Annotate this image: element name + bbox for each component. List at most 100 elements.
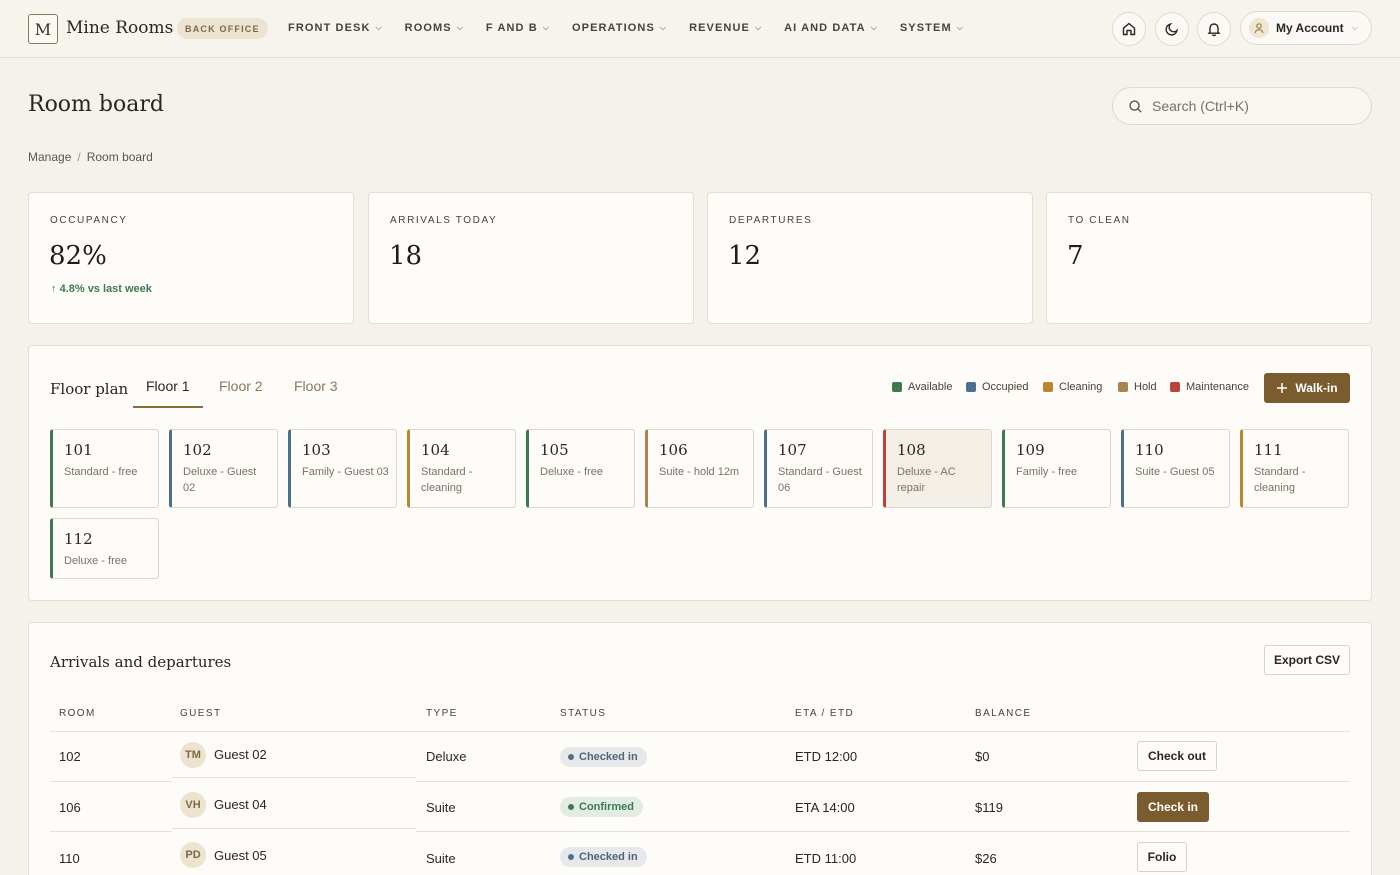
notifications-button[interactable] [1197, 12, 1231, 46]
legend-available: Available [892, 381, 952, 393]
room-tile-103[interactable]: 103 Family - Guest 03 [288, 429, 397, 508]
room-desc: Suite - hold 12m [659, 466, 740, 478]
nav-revenue[interactable]: REVENUE ⌵ [689, 22, 762, 34]
kpi-value: 18 [389, 241, 423, 271]
tab-floor-3[interactable]: Floor 3 [294, 378, 338, 394]
breadcrumb-separator: / [77, 150, 81, 164]
legend-swatch [1118, 382, 1128, 392]
kpi-card-arrivals: ARRIVALS TODAY 18 [368, 192, 694, 324]
column-header-status[interactable]: STATUS [560, 708, 606, 719]
nav-front-desk[interactable]: FRONT DESK ⌵ [288, 22, 383, 34]
cell-type: Suite [426, 800, 456, 815]
room-tile-106[interactable]: 106 Suite - hold 12m [645, 429, 754, 508]
legend-hold: Hold [1118, 381, 1157, 393]
status-dot [568, 854, 574, 860]
walk-in-button[interactable]: Walk-in [1264, 373, 1350, 403]
legend-label: Hold [1134, 381, 1157, 393]
room-tile-104[interactable]: 104 Standard - cleaning [407, 429, 516, 508]
nav-system[interactable]: SYSTEM ⌵ [900, 22, 964, 34]
room-number: 105 [540, 441, 569, 459]
home-button[interactable] [1112, 12, 1146, 46]
export-csv-button[interactable]: Export CSV [1264, 645, 1350, 675]
legend-swatch [966, 382, 976, 392]
status-badge: Checked in [560, 847, 647, 867]
room-number: 111 [1254, 441, 1283, 459]
search-input[interactable]: Search (Ctrl+K) [1112, 87, 1372, 125]
status-badge: Confirmed [560, 797, 643, 817]
column-header-balance[interactable]: BALANCE [975, 708, 1032, 719]
room-number: 102 [183, 441, 212, 459]
theme-toggle-button[interactable] [1155, 12, 1189, 46]
kpi-card-occupancy: OCCUPANCY 82% ↑ 4.8% vs last week [28, 192, 354, 324]
breadcrumb-manage[interactable]: Manage [28, 150, 71, 164]
legend-cleaning: Cleaning [1043, 381, 1102, 393]
brand-name[interactable]: Mine Rooms [66, 18, 173, 38]
cell-guest[interactable]: Guest 04 [214, 797, 267, 812]
row-divider [50, 781, 172, 782]
cell-guest[interactable]: Guest 05 [214, 848, 267, 863]
room-desc: Deluxe - Guest 02 [183, 466, 257, 494]
legend-label: Cleaning [1059, 381, 1103, 393]
logo[interactable]: M [28, 14, 58, 44]
chevron-down-icon: ⌵ [542, 23, 550, 32]
nav-label: REVENUE [689, 22, 750, 34]
column-header-eta-etd[interactable]: ETA / ETD [795, 708, 854, 719]
room-tile-102[interactable]: 102 Deluxe - Guest 02 [169, 429, 278, 508]
nav-label: OPERATIONS [571, 22, 655, 34]
cell-eta: ETD 11:00 [795, 851, 857, 866]
column-header-room[interactable]: ROOM [59, 708, 96, 719]
room-tile-112[interactable]: 112 Deluxe - free [50, 518, 159, 579]
tab-floor-1[interactable]: Floor 1 [146, 378, 190, 394]
row-divider [172, 777, 416, 778]
cell-guest[interactable]: Guest 02 [214, 747, 267, 762]
account-label: My Account [1276, 21, 1344, 35]
room-tile-109[interactable]: 109 Family - free [1002, 429, 1111, 508]
nav-ai-and-data[interactable]: AI AND DATA ⌵ [784, 22, 878, 34]
chevron-down-icon: ⌵ [456, 23, 464, 32]
legend-occupied: Occupied [966, 381, 1028, 393]
kpi-label: ARRIVALS TODAY [390, 215, 498, 226]
chevron-down-icon: ⌵ [754, 23, 763, 32]
nav-label: ROOMS [404, 22, 452, 34]
room-desc: Family - free [1016, 466, 1078, 478]
room-number: 107 [778, 441, 807, 459]
kpi-value: 7 [1067, 241, 1084, 271]
folio-button[interactable]: Folio [1137, 842, 1187, 872]
account-menu[interactable]: My Account ⌵ [1240, 11, 1372, 45]
header-divider [50, 731, 1350, 732]
room-tile-111[interactable]: 111 Standard - cleaning [1240, 429, 1349, 508]
kpi-card-to-clean: TO CLEAN 7 [1046, 192, 1372, 324]
cell-type: Suite [426, 851, 456, 866]
room-desc: Deluxe - free [540, 466, 603, 478]
walk-in-label: Walk-in [1295, 381, 1338, 395]
status-label: Confirmed [579, 801, 634, 813]
back-office-badge: BACK OFFICE [177, 18, 268, 39]
column-header-guest[interactable]: GUEST [180, 708, 221, 719]
nav-rooms[interactable]: ROOMS ⌵ [405, 22, 464, 34]
room-tile-110[interactable]: 110 Suite - Guest 05 [1121, 429, 1230, 508]
check-in-button[interactable]: Check in [1137, 792, 1209, 822]
room-tile-107[interactable]: 107 Standard - Guest 06 [764, 429, 873, 508]
tab-floor-2[interactable]: Floor 2 [219, 378, 263, 394]
row-divider [416, 781, 1350, 782]
legend-swatch [1170, 382, 1180, 392]
room-number: 106 [659, 441, 688, 459]
room-tile-105[interactable]: 105 Deluxe - free [526, 429, 635, 508]
nav-operations[interactable]: OPERATIONS ⌵ [572, 22, 667, 34]
floor-plan-panel: Floor plan Floor 1 Floor 2 Floor 3 Avail… [28, 345, 1372, 601]
room-desc: Standard - Guest 06 [778, 466, 862, 494]
room-number: 110 [1135, 441, 1164, 459]
kpi-trend-text: 4.8% vs last week [59, 283, 152, 295]
kpi-value: 82% [49, 241, 107, 271]
legend-maintenance: Maintenance [1170, 381, 1249, 393]
kpi-value: 12 [728, 241, 762, 271]
nav-f-and-b[interactable]: F AND B ⌵ [486, 22, 550, 34]
room-tile-101[interactable]: 101 Standard - free [50, 429, 159, 508]
check-out-button[interactable]: Check out [1137, 741, 1217, 771]
status-dot [568, 804, 574, 810]
kpi-label: TO CLEAN [1068, 215, 1131, 226]
room-tile-108[interactable]: 108 Deluxe - AC repair [883, 429, 992, 508]
moon-icon [1165, 22, 1179, 36]
column-header-type[interactable]: TYPE [426, 708, 458, 719]
bell-icon [1207, 23, 1221, 37]
